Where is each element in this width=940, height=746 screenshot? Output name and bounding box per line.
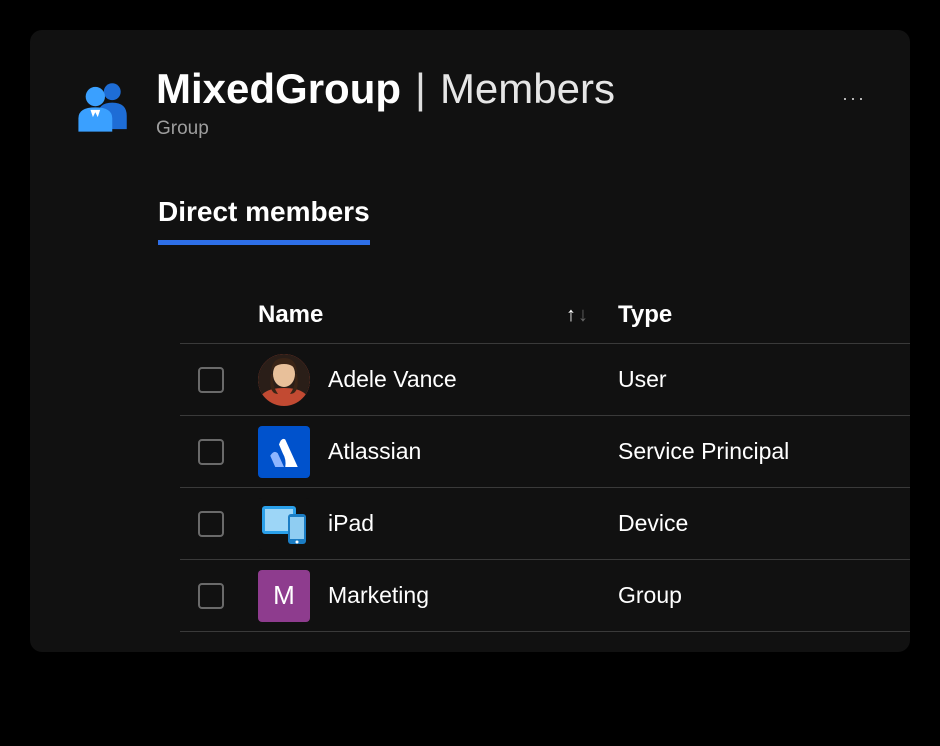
name-cell: Atlassian	[258, 426, 618, 478]
member-name: iPad	[328, 510, 374, 537]
name-cell: iPad	[258, 498, 618, 550]
row-checkbox[interactable]	[198, 583, 224, 609]
table-header: Name ↑↓ Type	[180, 301, 910, 344]
page-header: MixedGroup | Members Group	[30, 66, 910, 140]
column-name-label: Name	[258, 301, 323, 329]
avatar-initial-letter: M	[273, 580, 295, 611]
ellipsis-icon: ···	[842, 88, 866, 109]
row-checkbox[interactable]	[198, 367, 224, 393]
column-header-type[interactable]: Type	[618, 301, 672, 329]
name-cell: M Marketing	[258, 570, 618, 622]
member-name: Marketing	[328, 582, 429, 609]
title-separator: |	[415, 66, 426, 112]
table-row[interactable]: iPad Device	[180, 488, 910, 560]
column-type-label: Type	[618, 301, 672, 328]
member-type: User	[618, 366, 667, 393]
section-title: Members	[440, 66, 615, 112]
member-name: Adele Vance	[328, 366, 457, 393]
avatar-device-icon	[258, 498, 310, 550]
table-row[interactable]: Adele Vance User	[180, 344, 910, 416]
page-subtitle: Group	[156, 118, 864, 140]
avatar-app-icon	[258, 426, 310, 478]
tab-direct-members[interactable]: Direct members	[158, 196, 370, 245]
avatar-initial-icon: M	[258, 570, 310, 622]
member-type: Group	[618, 582, 682, 609]
page-title: MixedGroup | Members	[156, 66, 864, 112]
row-checkbox[interactable]	[198, 511, 224, 537]
member-type: Service Principal	[618, 438, 789, 465]
table-row[interactable]: M Marketing Group	[180, 560, 910, 632]
table-row[interactable]: Atlassian Service Principal	[180, 416, 910, 488]
avatar-person-icon	[258, 354, 310, 406]
name-cell: Adele Vance	[258, 354, 618, 406]
more-actions-button[interactable]: ···	[838, 86, 870, 110]
row-checkbox[interactable]	[198, 439, 224, 465]
sort-icon: ↑↓	[566, 304, 588, 327]
members-table: Name ↑↓ Type	[30, 301, 910, 632]
member-name: Atlassian	[328, 438, 421, 465]
group-icon	[76, 76, 134, 134]
column-header-name[interactable]: Name ↑↓	[258, 301, 618, 329]
group-name: MixedGroup	[156, 66, 401, 112]
tabs: Direct members	[30, 196, 910, 245]
members-panel: MixedGroup | Members Group ··· Direct me…	[30, 30, 910, 652]
header-text: MixedGroup | Members Group	[156, 66, 864, 140]
member-type: Device	[618, 510, 688, 537]
